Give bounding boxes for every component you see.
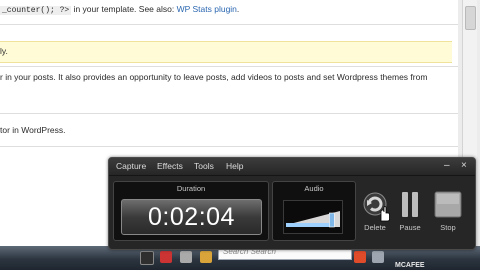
hand-cursor-icon [380, 206, 390, 222]
audio-label: Audio [304, 184, 324, 193]
delete-label: Delete [364, 223, 386, 232]
template-instruction-text: in your template. See also: [71, 4, 177, 14]
stop-label: Stop [440, 223, 456, 232]
menu-help[interactable]: Help [226, 161, 243, 171]
menubar: Capture Effects Tools Help – × [109, 158, 475, 176]
notice-text: ly. [0, 46, 8, 56]
app-icon[interactable] [354, 251, 366, 263]
template-text-line: _counter(); ?> in your template. See als… [0, 4, 239, 15]
notice-box: ly. [0, 41, 452, 63]
stop-button[interactable] [434, 191, 462, 225]
minimize-button[interactable]: – [444, 160, 450, 172]
menu-capture[interactable]: Capture [116, 161, 146, 171]
duration-label: Duration [176, 184, 206, 193]
audio-level-fill [286, 223, 332, 227]
divider [0, 146, 458, 147]
duration-panel: Duration 0:02:04 [113, 181, 269, 241]
screen-recorder-window: Capture Effects Tools Help – × Duration … [108, 157, 476, 250]
menu-tools[interactable]: Tools [194, 161, 214, 171]
pause-button[interactable] [396, 191, 424, 225]
pause-icon [402, 192, 418, 217]
period-text: . [236, 4, 240, 14]
tray-label: MCAFEE [395, 262, 425, 269]
app-icon[interactable] [200, 251, 212, 263]
close-button[interactable]: × [461, 160, 467, 172]
divider [0, 24, 458, 25]
divider [0, 66, 458, 67]
stop-icon [434, 191, 462, 218]
audio-volume-slider[interactable] [329, 212, 335, 228]
duration-display: 0:02:04 [121, 199, 262, 235]
code-snippet: _counter(); ?> [0, 6, 72, 15]
wp-stats-plugin-link[interactable]: WP Stats plugin [177, 4, 237, 14]
app-icon[interactable] [140, 251, 154, 265]
app-icon[interactable] [180, 251, 192, 263]
app-icon[interactable] [160, 251, 172, 263]
audio-meter [283, 200, 343, 234]
audio-panel: Audio [272, 181, 356, 241]
menu-effects[interactable]: Effects [157, 161, 183, 171]
plugin-description-text: r in your posts. It also provides an opp… [0, 72, 428, 82]
scrollbar-thumb[interactable] [465, 6, 476, 30]
app-icon[interactable] [372, 251, 384, 263]
divider [0, 113, 458, 114]
pause-label: Pause [399, 223, 421, 232]
plugin-description-text-2: tor in WordPress. [0, 125, 66, 135]
